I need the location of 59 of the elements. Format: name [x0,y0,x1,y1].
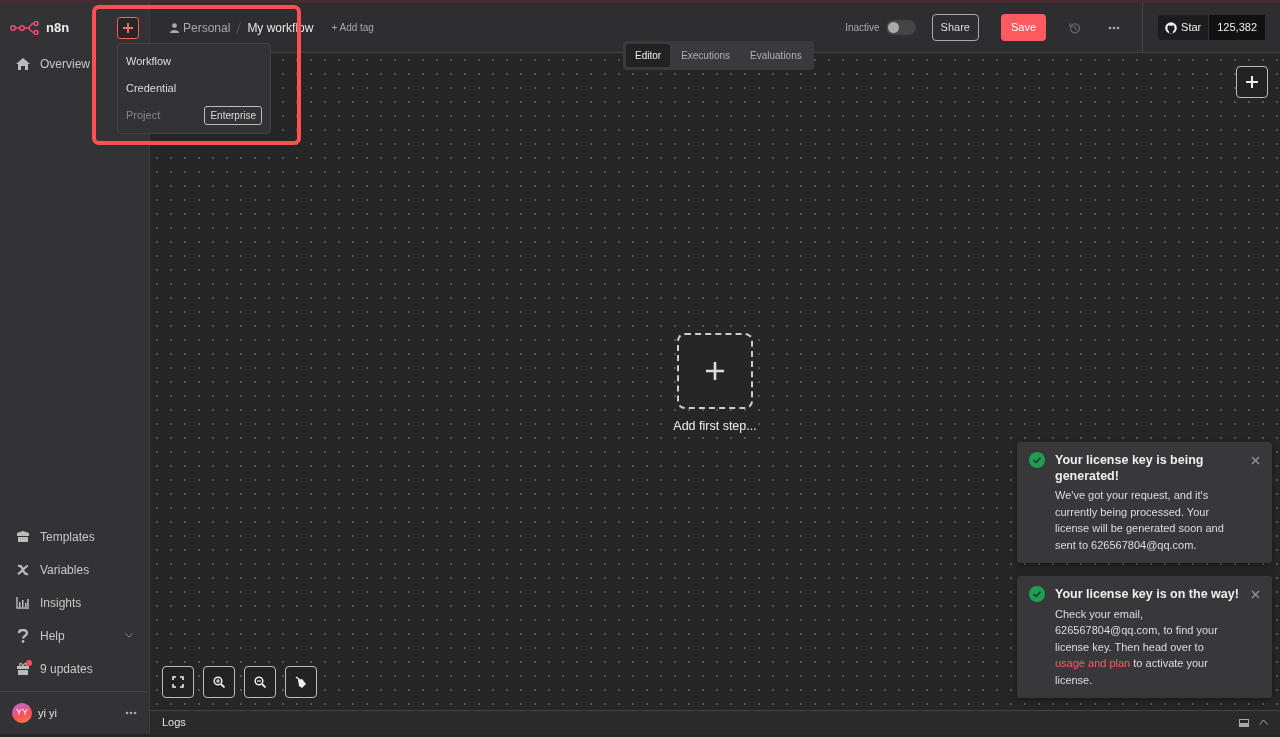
enterprise-tag: Enterprise [204,106,262,125]
zoom-out-button[interactable] [244,666,276,698]
add-first-step-button[interactable] [677,333,753,409]
github-icon [1165,21,1178,34]
logs-label[interactable]: Logs [162,714,186,731]
breadcrumb-project[interactable]: Personal [183,18,231,37]
create-button[interactable] [117,17,139,39]
view-tab[interactable]: Evaluations [741,44,811,67]
view-tab[interactable]: Executions [672,44,740,67]
broom-icon [295,676,307,688]
usage-link[interactable]: usage and plan [1055,657,1131,669]
tidy-up-button[interactable] [285,666,317,698]
app-name: n8n [46,19,70,38]
logo-icon [10,21,40,35]
fullscreen-icon [172,676,184,688]
user-name: yi yi [38,705,58,721]
menu-item[interactable]: Workflow [118,48,270,75]
sidebar-item[interactable]: 9 updates [0,652,149,685]
fit-view-button[interactable] [162,666,194,698]
toast-title: Your license key is being generated! [1055,451,1205,485]
toast-message: Check your email, 626567804@qq.com, to find your license key. Then head over to usage and plan to activate your license. [1055,606,1219,688]
sidebar-item[interactable]: Variables [0,553,149,586]
variable-icon [16,562,30,577]
chevron-up-icon[interactable] [1259,718,1268,725]
add-node-button[interactable] [1236,66,1268,98]
more-icon[interactable] [1108,25,1121,30]
active-toggle[interactable] [885,20,916,35]
sidebar-item[interactable]: Insights [0,586,149,619]
panel-icon[interactable] [1239,718,1249,727]
zoom-in-icon [213,676,225,688]
sidebar-item[interactable]: Templates [0,520,149,553]
close-icon[interactable] [1251,590,1260,600]
status-label: Inactive [845,21,880,35]
close-icon[interactable] [1251,455,1260,465]
add-tag-link[interactable]: + Add tag [331,20,374,35]
star-count: 125,382 [1209,15,1265,40]
sidebar-item[interactable]: Help [0,619,149,652]
more-icon[interactable] [125,711,137,715]
zoom-in-button[interactable] [203,666,235,698]
plus-icon [123,23,133,33]
zoom-out-icon [254,676,266,688]
add-first-step-label: Add first step... [673,418,757,435]
help-icon [16,628,30,643]
plus-icon [706,362,724,380]
plus-icon [1246,76,1258,88]
history-icon[interactable] [1069,21,1082,34]
menu-item[interactable]: Credential [118,75,270,102]
gift-icon [16,661,30,676]
view-tab[interactable]: Editor [626,44,671,67]
home-icon [16,56,30,71]
person-icon [170,22,179,33]
share-button[interactable]: Share [931,14,979,41]
github-star-button[interactable]: Star 125,382 [1158,15,1265,40]
chart-icon [16,595,30,610]
check-icon [1029,451,1045,468]
check-icon [1029,586,1045,603]
toast-message: We've got your request, and it's currently being processed. Your license will be generated soon and sent to 626567804@qq.com. [1055,488,1225,553]
toast-title: Your license key is on the way! [1055,586,1240,603]
box-icon [16,529,30,544]
